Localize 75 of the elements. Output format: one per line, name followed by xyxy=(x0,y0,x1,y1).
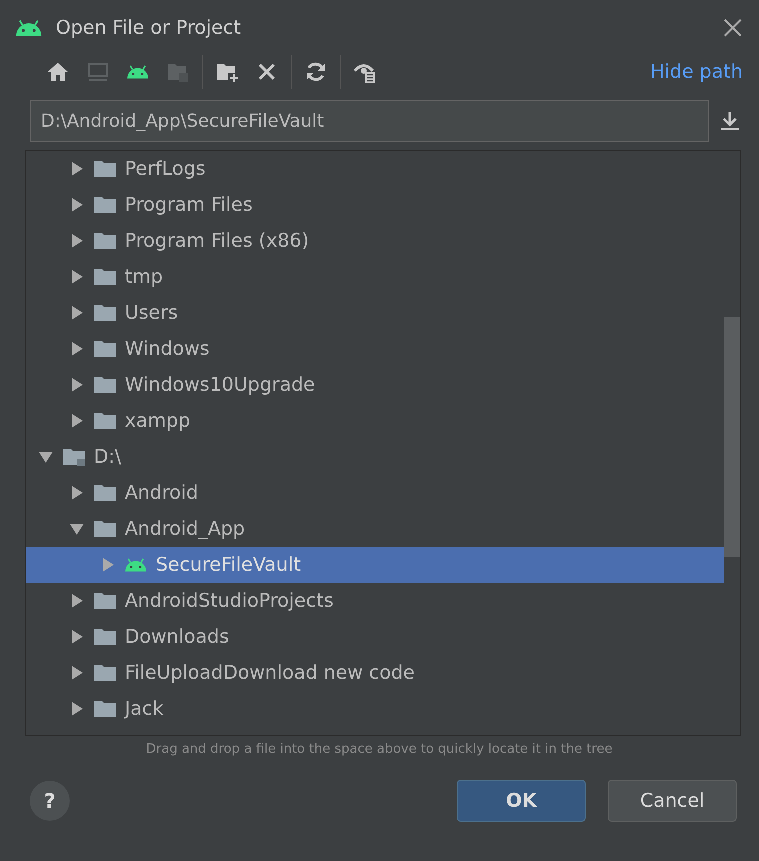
download-icon[interactable] xyxy=(719,110,741,132)
folder-icon xyxy=(93,159,117,179)
expand-arrow-icon[interactable] xyxy=(69,341,85,357)
tree-item-label: Android xyxy=(125,482,198,504)
tree-row[interactable]: Windows xyxy=(26,331,724,367)
folder-icon xyxy=(93,663,117,683)
android-icon xyxy=(14,19,44,37)
folder-icon xyxy=(93,483,117,503)
home-icon[interactable] xyxy=(46,60,70,84)
tree-item-label: tmp xyxy=(125,266,164,288)
tree-row[interactable]: xampp xyxy=(26,403,724,439)
drive-folder-icon xyxy=(62,447,86,467)
tree-row[interactable]: AndroidStudioProjects xyxy=(26,583,724,619)
tree-item-label: Windows xyxy=(125,338,210,360)
tree-row[interactable]: PerfLogs xyxy=(26,151,724,187)
folder-icon xyxy=(93,375,117,395)
tree-row[interactable]: D:\ xyxy=(26,439,724,475)
folder-icon xyxy=(93,267,117,287)
window-title: Open File or Project xyxy=(56,17,242,39)
tree-row[interactable]: SecureFileVault xyxy=(26,547,724,583)
folder-icon xyxy=(93,591,117,611)
tree-item-label: SecureFileVault xyxy=(156,554,302,576)
tree-item-label: AndroidStudioProjects xyxy=(125,590,334,612)
expand-arrow-icon[interactable] xyxy=(69,485,85,501)
close-icon[interactable] xyxy=(723,18,743,38)
tree-row[interactable]: Windows10Upgrade xyxy=(26,367,724,403)
folder-icon xyxy=(93,195,117,215)
tree-row[interactable]: Program Files xyxy=(26,187,724,223)
tree-item-label: Program Files (x86) xyxy=(125,230,310,252)
expand-arrow-icon[interactable] xyxy=(69,701,85,717)
tree-item-label: xampp xyxy=(125,410,191,432)
expand-arrow-icon[interactable] xyxy=(69,161,85,177)
collapse-arrow-icon[interactable] xyxy=(38,449,54,465)
path-field[interactable]: D:\Android_App\SecureFileVault xyxy=(30,100,709,142)
expand-arrow-icon[interactable] xyxy=(69,665,85,681)
tree-item-label: Windows10Upgrade xyxy=(125,374,316,396)
tree-item-label: FileUploadDownload new code xyxy=(125,662,415,684)
tree-item-label: Program Files xyxy=(125,194,253,216)
collapse-arrow-icon[interactable] xyxy=(69,521,85,537)
tree-row[interactable]: FileUploadDownload new code xyxy=(26,655,724,691)
scrollbar-thumb[interactable] xyxy=(724,317,740,557)
expand-arrow-icon[interactable] xyxy=(69,593,85,609)
folder-icon xyxy=(93,339,117,359)
drag-drop-hint: Drag and drop a file into the space above to quickly locate it in the tree xyxy=(145,742,614,757)
expand-arrow-icon[interactable] xyxy=(69,197,85,213)
tree-item-label: Downloads xyxy=(125,626,230,648)
tree-item-label: Jack xyxy=(125,698,164,720)
refresh-icon[interactable] xyxy=(304,60,328,84)
tree-row[interactable]: Android_App xyxy=(26,511,724,547)
tree-row[interactable]: Program Files (x86) xyxy=(26,223,724,259)
tree-item-label: Users xyxy=(125,302,178,324)
expand-arrow-icon[interactable] xyxy=(69,233,85,249)
folder-icon xyxy=(93,627,117,647)
expand-arrow-icon[interactable] xyxy=(69,629,85,645)
expand-arrow-icon[interactable] xyxy=(69,377,85,393)
tree-item-label: PerfLogs xyxy=(125,158,206,180)
help-button[interactable]: ? xyxy=(30,781,70,821)
tree-row[interactable]: Users xyxy=(26,295,724,331)
tree-row[interactable]: Jack xyxy=(26,691,724,727)
cancel-button[interactable]: Cancel xyxy=(608,780,737,822)
folder-icon xyxy=(93,699,117,719)
expand-arrow-icon[interactable] xyxy=(69,413,85,429)
folder-icon xyxy=(93,411,117,431)
tree-row[interactable]: tmp xyxy=(26,259,724,295)
tree-item-label: Android_App xyxy=(125,518,246,540)
folder-icon xyxy=(93,231,117,251)
expand-arrow-icon[interactable] xyxy=(69,305,85,321)
tree-item-label: D:\ xyxy=(94,446,122,468)
hide-path-link[interactable]: Hide path xyxy=(650,61,743,83)
folder-icon xyxy=(93,303,117,323)
ok-button[interactable]: OK xyxy=(457,780,586,822)
expand-arrow-icon[interactable] xyxy=(69,269,85,285)
tree-row[interactable]: Android xyxy=(26,475,724,511)
folder-icon xyxy=(93,519,117,539)
tree-row[interactable]: Downloads xyxy=(26,619,724,655)
